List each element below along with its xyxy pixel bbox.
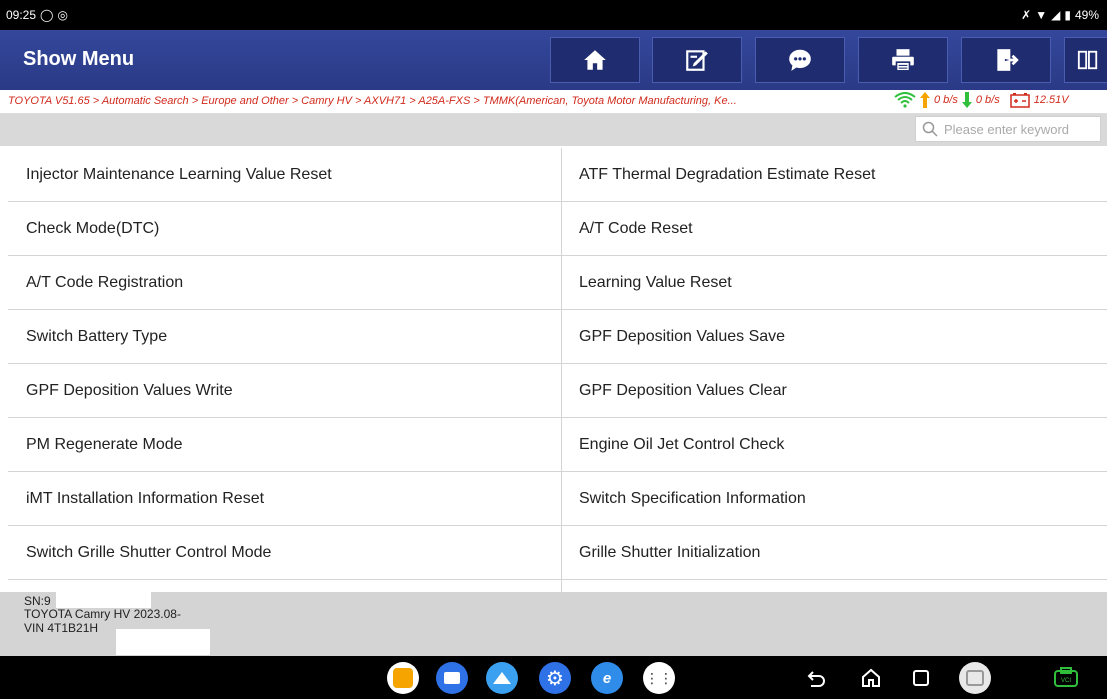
print-icon [892, 49, 914, 72]
vci-icon: VCI [1054, 667, 1078, 687]
upload-arrow-icon [920, 92, 930, 108]
status-bar: 09:25 ◯ ◎ ✗ ▼ ◢ ▮ 49% [0, 0, 1107, 30]
download-rate: 0 b/s [975, 94, 1000, 106]
split-view-button[interactable] [1064, 37, 1107, 83]
back-button[interactable] [803, 665, 829, 691]
browser-app-icon: e [602, 669, 612, 687]
app-dock-files[interactable] [436, 662, 468, 694]
recents-icon [913, 670, 929, 686]
wifi-icon [894, 92, 916, 108]
mute-icon: ✗ [1021, 8, 1032, 22]
menu-item[interactable]: Check Mode(DTC) [8, 202, 562, 256]
app-dock-gallery[interactable] [486, 662, 518, 694]
wifi-status-icon: ▼ [1035, 8, 1048, 22]
menu-item[interactable]: Learning Value Reset [562, 256, 1107, 310]
exit-icon [997, 49, 1019, 71]
menu-item[interactable]: A/T Code Registration [8, 256, 562, 310]
menu-item[interactable]: GPF Deposition Values Clear [562, 364, 1107, 418]
menu-grid: Injector Maintenance Learning Value Rese… [8, 148, 1107, 592]
search-input[interactable] [944, 121, 1094, 137]
battery-voltage: 12.51V [1033, 94, 1069, 106]
upload-rate: 0 b/s [934, 94, 958, 106]
vehicle-model: TOYOTA Camry HV 2023.08- [24, 607, 181, 621]
svg-text:VCI: VCI [1061, 678, 1071, 684]
chat-notification-icon: ◯ [40, 8, 54, 22]
page-title: Show Menu [23, 48, 135, 70]
home-nav-icon [862, 668, 880, 687]
vin-number: VIN 4T1B21H [24, 621, 99, 635]
app-dock-camera[interactable] [387, 662, 419, 694]
menu-item[interactable] [562, 580, 1107, 592]
settings-app-icon: ⚙ [546, 667, 564, 690]
search-box[interactable] [915, 116, 1101, 142]
menu-item[interactable]: GPF Deposition Values Save [562, 310, 1107, 364]
edit-report-button[interactable] [652, 37, 742, 83]
battery-icon: ▮ [1064, 8, 1071, 22]
system-nav-bar: ⚙ e ⋮⋮ VCI [0, 656, 1107, 699]
message-button[interactable] [755, 37, 845, 83]
menu-item[interactable]: PM Regenerate Mode [8, 418, 562, 472]
menu-item[interactable]: Switch Specification Information [562, 472, 1107, 526]
breadcrumb: TOYOTA V51.65 > Automatic Search > Europ… [8, 95, 737, 107]
home-nav-button[interactable] [858, 665, 884, 691]
home-icon [584, 50, 606, 70]
network-status: 0 b/s 0 b/s 12.51V [894, 92, 1069, 108]
edit-report-icon [686, 50, 708, 71]
menu-item[interactable]: Switch Grille Shutter Control Mode [8, 526, 562, 580]
floating-app-button[interactable] [959, 662, 991, 694]
floating-app-icon [966, 670, 984, 686]
redaction-mask [116, 629, 210, 655]
vehicle-info-footer: SN:9 TOYOTA Camry HV 2023.08- VIN 4T1B21… [0, 582, 1107, 656]
app-dock-browser[interactable]: e [591, 662, 623, 694]
vci-button[interactable]: VCI [1053, 665, 1079, 691]
home-button[interactable] [550, 37, 640, 83]
menu-item[interactable]: Switch Battery Type [8, 310, 562, 364]
serial-number: SN:9 [24, 594, 51, 608]
search-icon [922, 121, 938, 137]
download-arrow-icon [961, 92, 972, 108]
signal-icon: ◢ [1051, 8, 1061, 22]
menu-item[interactable]: Grille Shutter Initialization [562, 526, 1107, 580]
menu-item[interactable]: ATF Thermal Degradation Estimate Reset [562, 148, 1107, 202]
breadcrumb-bar: TOYOTA V51.65 > Automatic Search > Europ… [0, 90, 1107, 114]
app-drawer-button[interactable]: ⋮⋮ [643, 662, 675, 694]
message-icon [789, 49, 811, 71]
menu-item[interactable]: Injector Maintenance Learning Value Rese… [8, 148, 562, 202]
bluetooth-notification-icon: ◎ [57, 8, 68, 22]
exit-button[interactable] [961, 37, 1051, 83]
app-dock-settings[interactable]: ⚙ [539, 662, 571, 694]
car-battery-icon [1009, 93, 1030, 108]
battery-percent: 49% [1074, 8, 1099, 22]
header-bar: Show Menu [0, 30, 1107, 90]
print-button[interactable] [858, 37, 948, 83]
menu-item[interactable]: iMT Installation Information Reset [8, 472, 562, 526]
app-drawer-icon: ⋮⋮ [645, 669, 673, 686]
back-icon [807, 671, 825, 687]
camera-app-icon [393, 668, 413, 688]
folder-app-icon [444, 672, 460, 684]
recents-button[interactable] [908, 665, 934, 691]
search-strip [0, 114, 1107, 146]
gallery-app-icon [493, 672, 511, 684]
redaction-mask [56, 582, 151, 608]
status-time: 09:25 [6, 8, 37, 22]
menu-item[interactable]: GPF Deposition Values Write [8, 364, 562, 418]
split-view-icon [1077, 50, 1098, 70]
menu-item[interactable]: A/T Code Reset [562, 202, 1107, 256]
menu-item[interactable]: Engine Oil Jet Control Check [562, 418, 1107, 472]
